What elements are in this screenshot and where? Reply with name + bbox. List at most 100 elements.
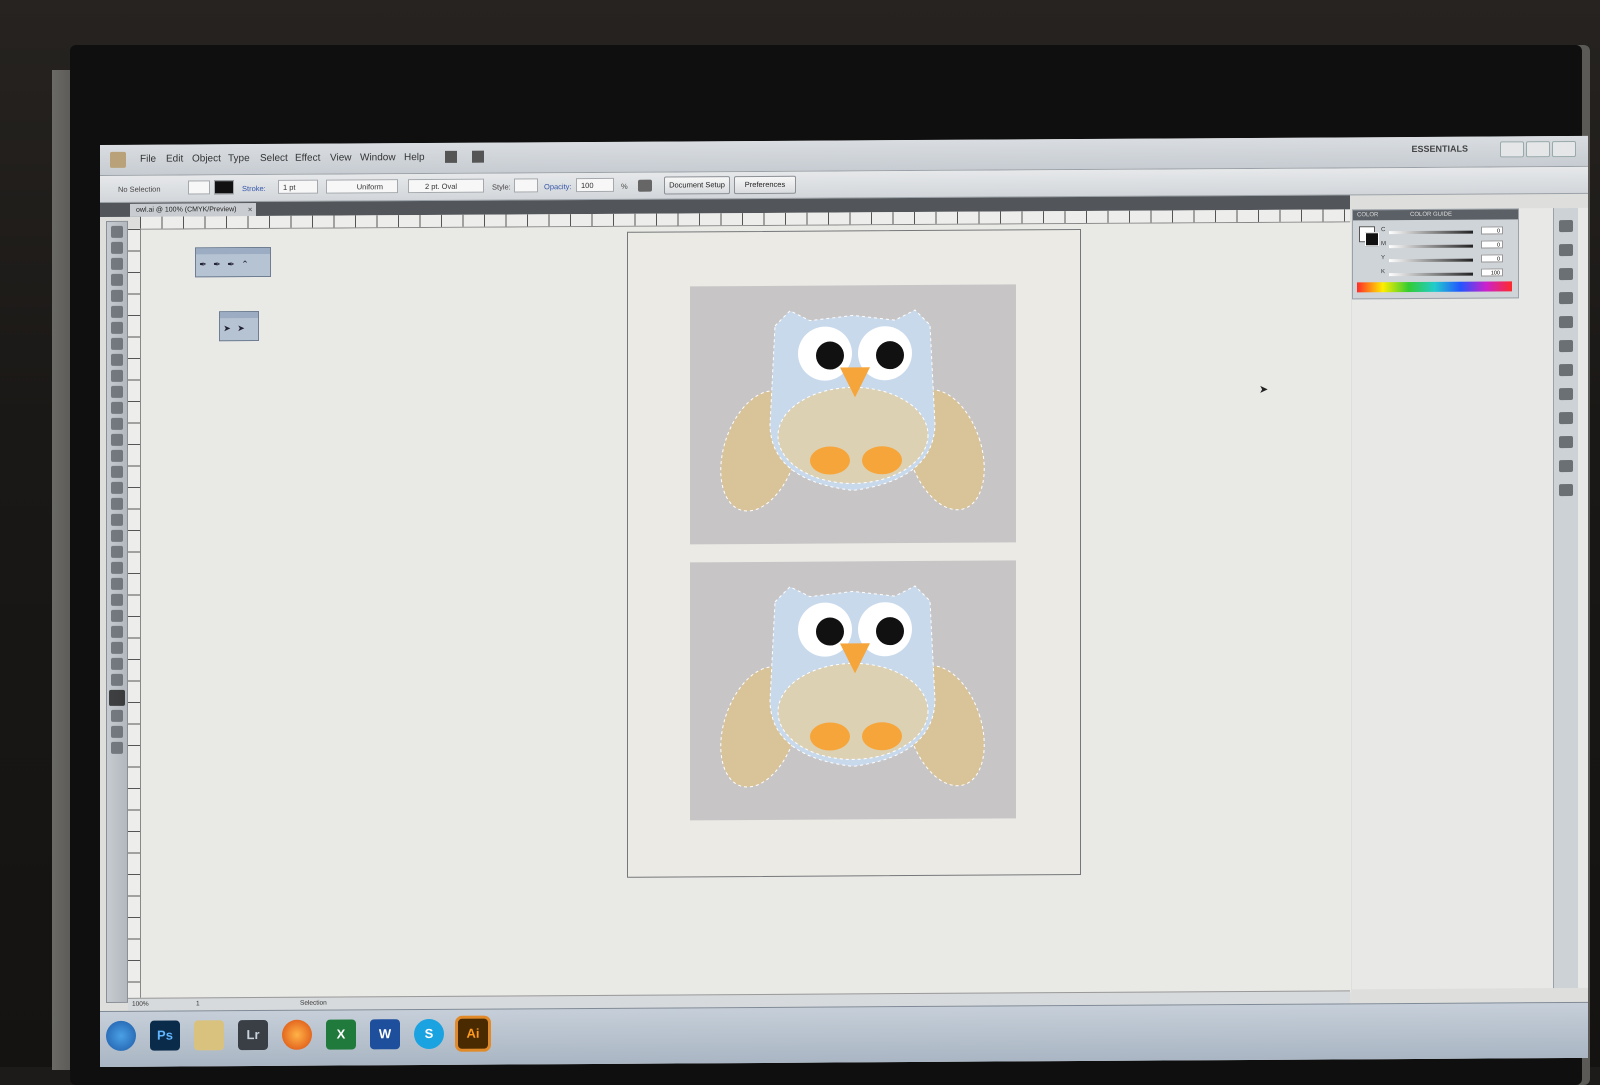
rectangle-tool-icon[interactable] [111,337,123,350]
color-spectrum-bar[interactable] [1357,281,1512,293]
cyan-slider[interactable]: C 0 [1381,226,1511,236]
tab-color[interactable]: COLOR [1357,212,1378,218]
close-icon[interactable]: × [248,203,253,216]
artboard-number[interactable]: 1 [196,998,200,1010]
minimize-button[interactable] [1500,141,1524,158]
blob-brush-tool-icon[interactable] [111,385,123,398]
stroke-panel-icon[interactable] [1559,340,1573,353]
excel-icon[interactable]: X [326,1019,356,1050]
blend-tool-icon[interactable] [111,561,123,574]
skype-icon[interactable]: S [414,1018,444,1050]
menu-type[interactable]: Type [228,153,250,164]
brush-definition-select[interactable]: 2 pt. Oval [408,178,484,194]
scale-tool-icon[interactable] [111,433,123,446]
close-window-button[interactable] [1552,140,1576,158]
preferences-button[interactable]: Preferences [734,175,796,195]
perspective-grid-tool-icon[interactable] [111,497,123,510]
bridge-icon[interactable] [445,150,457,163]
layers-icon[interactable] [1559,460,1573,473]
width-tool-icon[interactable] [111,449,123,462]
stroke-profile-select[interactable]: Uniform [326,179,398,194]
zoom-level[interactable]: 100% [132,999,149,1011]
menu-effect[interactable]: Effect [295,153,320,164]
delete-anchor-point-icon[interactable]: ✒ [226,259,236,269]
type-tool-icon[interactable] [111,305,123,318]
hand-tool-icon[interactable] [111,641,123,654]
selection-tool-icon[interactable] [111,225,123,238]
magic-wand-tool-icon[interactable] [111,257,123,270]
direct-selection-tool-icon[interactable] [111,241,123,254]
opacity-label[interactable]: Opacity: [544,182,572,191]
menu-select[interactable]: Select [260,153,288,164]
current-tool-status[interactable]: Selection [300,998,327,1010]
line-tool-icon[interactable] [111,321,123,334]
color-panel-icon[interactable] [1559,220,1573,233]
owl-image-top[interactable] [690,284,1016,545]
transparency-icon[interactable] [1559,388,1573,401]
graphic-style-select[interactable] [514,178,538,193]
convert-anchor-point-icon[interactable]: ⌃ [240,259,250,269]
tab-color-guide[interactable]: COLOR GUIDE [1410,212,1452,218]
start-button-icon[interactable] [106,1020,136,1051]
artboard[interactable] [627,229,1081,878]
symbols-icon[interactable] [1559,316,1573,329]
zoom-tool-icon[interactable] [111,657,123,670]
mesh-tool-icon[interactable] [111,513,123,526]
yellow-slider[interactable]: Y 0 [1381,254,1511,264]
fill-stroke-swatch-icon[interactable] [109,689,125,706]
swap-fill-stroke-icon[interactable] [111,673,123,686]
color-mode-icon[interactable] [111,709,123,722]
arrange-documents-icon[interactable] [472,150,484,163]
photoshop-icon[interactable]: Ps [150,1020,180,1051]
stroke-color-swatch[interactable] [1365,232,1379,247]
workspace-switcher[interactable]: ESSENTIALS [1411,144,1468,154]
shape-builder-tool-icon[interactable] [111,481,123,494]
menu-help[interactable]: Help [404,152,425,163]
slice-tool-icon[interactable] [111,625,123,638]
maximize-button[interactable] [1526,141,1550,158]
artboards-icon[interactable] [1559,484,1573,497]
graphic-styles-icon[interactable] [1559,436,1573,449]
lasso-tool-icon[interactable] [111,273,123,286]
brushes-icon[interactable] [1559,292,1573,305]
paintbrush-tool-icon[interactable] [111,353,123,366]
document-tab[interactable]: owl.ai @ 100% (CMYK/Preview) × [130,203,257,217]
word-icon[interactable]: W [370,1019,400,1050]
magenta-slider[interactable]: M 0 [1381,240,1511,250]
artboard-tool-icon[interactable] [111,609,123,622]
lightroom-icon[interactable]: Lr [238,1019,268,1051]
group-selection-tool-icon[interactable]: ➤ [236,323,246,333]
menu-file[interactable]: File [140,154,156,165]
appearance-icon[interactable] [1559,412,1573,425]
direct-selection-tool-icon[interactable]: ➤ [222,323,232,333]
document-setup-button[interactable]: Document Setup [664,176,730,195]
stroke-label[interactable]: Stroke: [242,184,266,193]
opacity-field[interactable]: 100 [576,177,614,193]
eyedropper-tool-icon[interactable] [111,545,123,558]
stroke-swatch[interactable] [214,180,234,195]
screen-mode-icon[interactable] [111,741,123,754]
stroke-weight-field[interactable]: 1 pt [278,179,318,194]
pencil-tool-icon[interactable] [111,369,123,382]
file-explorer-icon[interactable] [194,1020,224,1051]
rotate-tool-icon[interactable] [111,417,123,430]
eraser-tool-icon[interactable] [111,401,123,414]
menu-object[interactable]: Object [192,153,221,164]
free-transform-tool-icon[interactable] [111,465,123,478]
symbol-sprayer-tool-icon[interactable] [111,577,123,590]
vertical-ruler[interactable] [128,228,141,999]
black-slider[interactable]: K 100 [1381,268,1511,278]
fill-swatch[interactable] [188,180,210,195]
canvas[interactable]: ✒ ✒ ✒ ⌃ ➤ ➤ ➤ [141,222,1351,1000]
color-guide-icon[interactable] [1559,244,1573,257]
gradient-panel-icon[interactable] [1559,364,1573,377]
menu-edit[interactable]: Edit [166,153,183,164]
menu-view[interactable]: View [330,152,352,163]
gradient-tool-icon[interactable] [111,529,123,542]
illustrator-icon[interactable]: Ai [458,1018,488,1049]
recolor-artwork-icon[interactable] [638,179,652,192]
graph-tool-icon[interactable] [111,593,123,606]
add-anchor-point-icon[interactable]: ✒ [212,259,222,269]
owl-image-bottom[interactable] [690,560,1016,821]
pen-tool-icon[interactable]: ✒ [198,259,208,269]
